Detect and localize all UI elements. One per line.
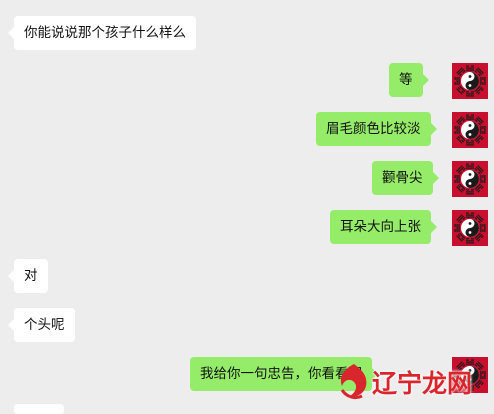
message-bubble-incoming[interactable]: 你能说说那个孩子什么样么	[8, 16, 196, 50]
yin-yang-bagua-icon	[453, 162, 487, 196]
message-bubble-outgoing[interactable]: 颧骨尖	[372, 161, 438, 195]
avatar[interactable]	[452, 161, 488, 197]
yin-yang-bagua-icon	[453, 211, 487, 245]
message-bubble-incoming[interactable]: 对	[8, 259, 48, 293]
watermark: 辽宁龙网	[334, 356, 494, 406]
yin-yang-bagua-icon	[453, 113, 487, 147]
message-bubble-outgoing[interactable]: 耳朵大向上张	[330, 210, 437, 244]
chat-window: 你能说说那个孩子什么样么 等 眉毛颜色比较淡 颧骨尖 耳朵大向上张 对 个头呢 …	[0, 0, 494, 414]
avatar[interactable]	[452, 63, 488, 99]
message-bubble-outgoing[interactable]: 等	[389, 63, 428, 97]
avatar[interactable]	[452, 112, 488, 148]
message-bubble-outgoing[interactable]: 眉毛颜色比较淡	[316, 112, 436, 146]
watermark-logo-icon	[340, 364, 367, 400]
message-bubble-partial	[14, 404, 64, 414]
message-bubble-incoming[interactable]: 个头呢	[8, 308, 75, 342]
watermark-text: 辽宁龙网	[372, 369, 473, 398]
avatar[interactable]	[452, 210, 488, 246]
yin-yang-bagua-icon	[453, 64, 487, 98]
